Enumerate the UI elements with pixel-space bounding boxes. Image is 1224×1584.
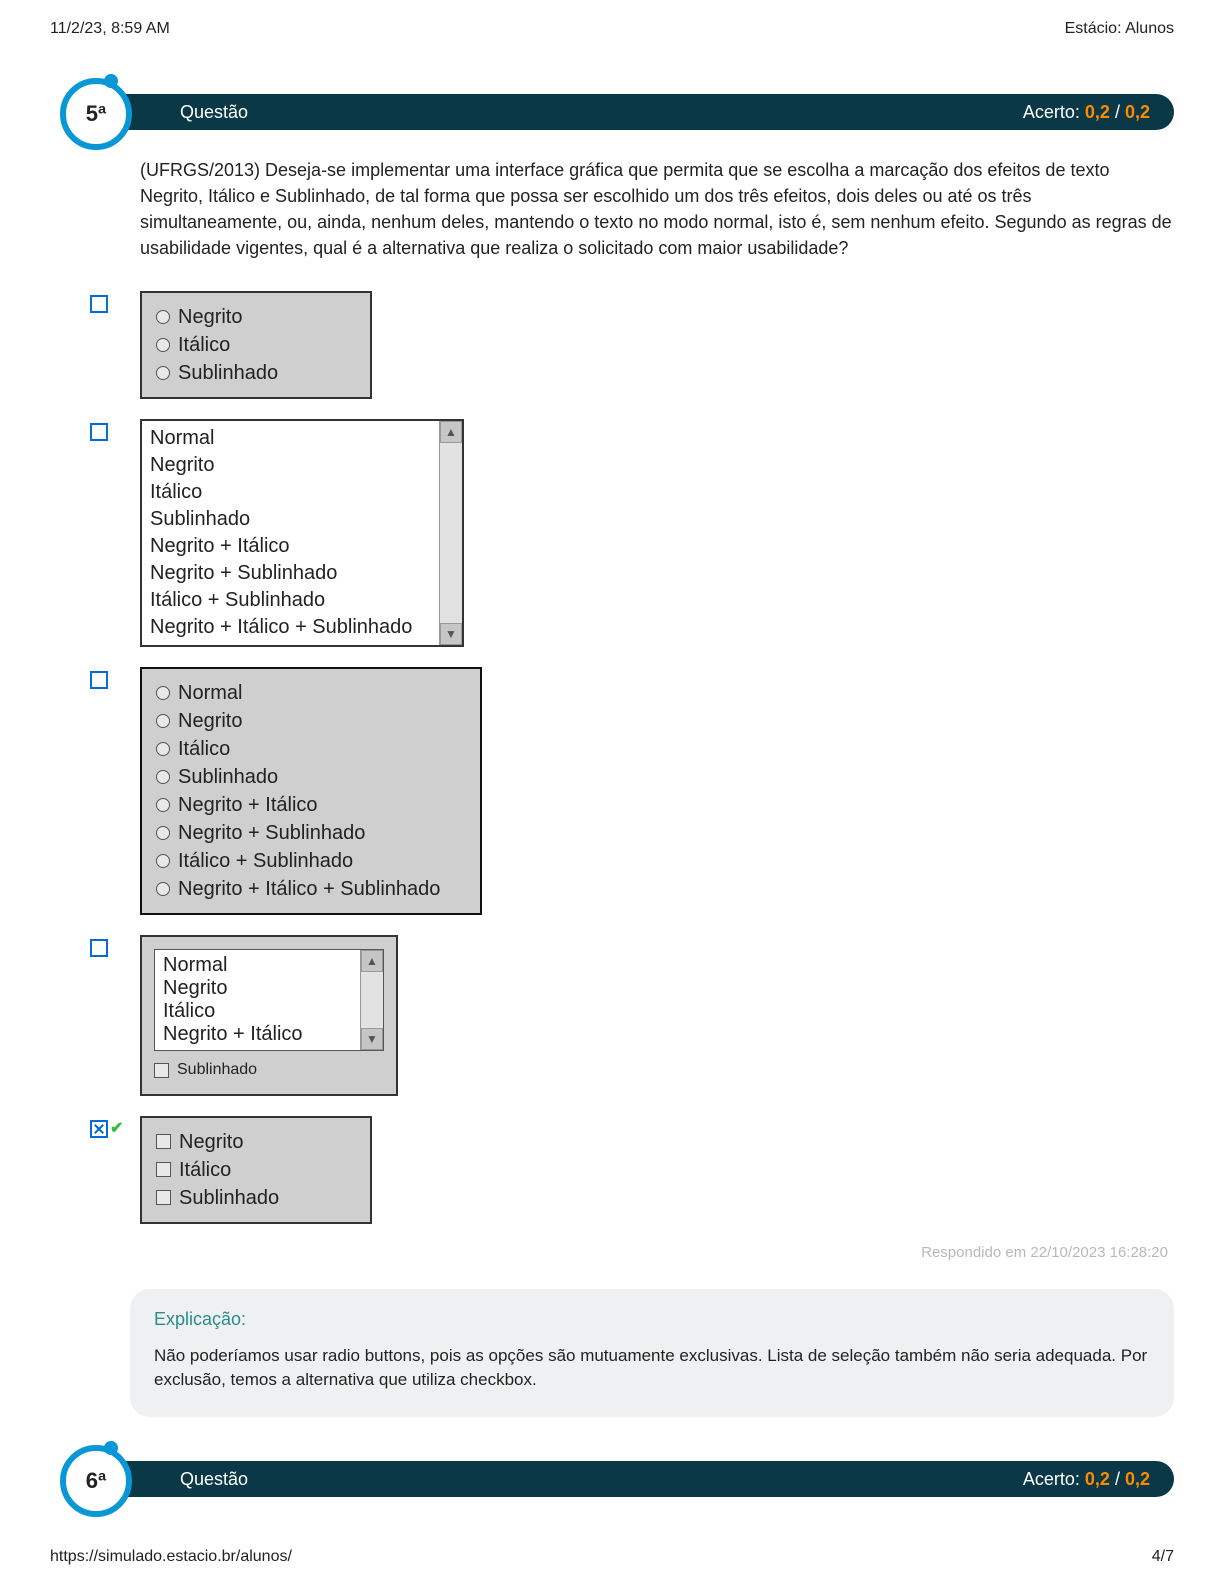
option-c-panel: Normal Negrito Itálico Sublinhado Negrit… <box>140 667 482 915</box>
checkbox-icon <box>156 1162 171 1177</box>
correct-icon: ✔ <box>110 1120 123 1138</box>
print-timestamp: 11/2/23, 8:59 AM <box>50 20 170 38</box>
page-title: Estácio: Alunos <box>1065 20 1174 38</box>
answered-timestamp: Respondido em 22/10/2023 16:28:20 <box>90 1244 1174 1261</box>
option-e-panel: Negrito Itálico Sublinhado <box>140 1116 372 1224</box>
radio-icon <box>156 882 170 896</box>
radio-icon <box>156 826 170 840</box>
radio-icon <box>156 770 170 784</box>
scroll-down-icon: ▼ <box>361 1028 383 1050</box>
explanation-box: Explicação: Não poderíamos usar radio bu… <box>130 1289 1174 1417</box>
explanation-title: Explicação: <box>154 1309 1150 1330</box>
footer-url: https://simulado.estacio.br/alunos/ <box>50 1548 292 1566</box>
footer-page: 4/7 <box>1152 1548 1174 1566</box>
question-score: Acerto: 0,2 / 0,2 <box>1023 102 1174 123</box>
question-text: (UFRGS/2013) Deseja-se implementar uma i… <box>140 157 1174 261</box>
checkbox-icon <box>90 939 108 957</box>
option-e[interactable]: ✔ Negrito Itálico Sublinhado <box>90 1116 1174 1224</box>
scrollbar: ▲ ▼ <box>360 950 383 1050</box>
option-a-panel: Negrito Itálico Sublinhado <box>140 291 372 399</box>
scroll-down-icon: ▼ <box>440 623 462 645</box>
radio-icon <box>156 366 170 380</box>
radio-icon <box>156 310 170 324</box>
option-b[interactable]: Normal Negrito Itálico Sublinhado Negrit… <box>90 419 1174 647</box>
checkbox-icon <box>154 1063 169 1078</box>
option-c[interactable]: Normal Negrito Itálico Sublinhado Negrit… <box>90 667 1174 915</box>
option-b-listbox: Normal Negrito Itálico Sublinhado Negrit… <box>140 419 464 647</box>
radio-icon <box>156 742 170 756</box>
checkbox-icon <box>156 1134 171 1149</box>
question-5-header: Questão Acerto: 0,2 / 0,2 5ª <box>50 88 1174 132</box>
option-d-listbox: Normal Negrito Itálico Negrito + Itálico… <box>154 949 384 1051</box>
option-d-panel: Normal Negrito Itálico Negrito + Itálico… <box>140 935 398 1095</box>
wrong-icon <box>90 1120 108 1138</box>
option-a[interactable]: Negrito Itálico Sublinhado <box>90 291 1174 399</box>
scroll-up-icon: ▲ <box>361 950 383 972</box>
option-d[interactable]: Normal Negrito Itálico Negrito + Itálico… <box>90 935 1174 1095</box>
radio-icon <box>156 686 170 700</box>
question-score: Acerto: 0,2 / 0,2 <box>1023 1469 1174 1490</box>
checkbox-icon <box>90 295 108 313</box>
radio-icon <box>156 798 170 812</box>
scrollbar: ▲ ▼ <box>439 421 462 645</box>
checkbox-icon <box>90 423 108 441</box>
question-number-badge: 6ª <box>60 1445 132 1517</box>
explanation-text: Não poderíamos usar radio buttons, pois … <box>154 1344 1150 1393</box>
checkbox-icon <box>156 1190 171 1205</box>
question-6-header: Questão Acerto: 0,2 / 0,2 6ª <box>50 1455 1174 1499</box>
radio-icon <box>156 854 170 868</box>
scroll-up-icon: ▲ <box>440 421 462 443</box>
checkbox-icon <box>90 671 108 689</box>
radio-icon <box>156 714 170 728</box>
question-number-badge: 5ª <box>60 78 132 150</box>
radio-icon <box>156 338 170 352</box>
